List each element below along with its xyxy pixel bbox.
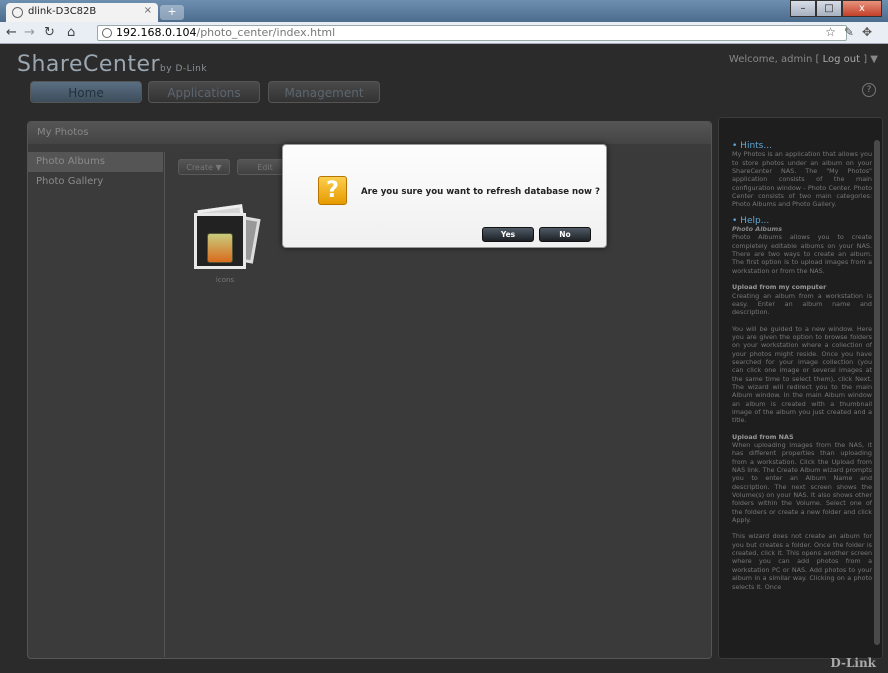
tab-close-icon[interactable]: ×	[144, 5, 152, 16]
window-controls: – □ x	[790, 0, 882, 17]
wrench-icon[interactable]: ✥	[862, 25, 880, 39]
address-bar[interactable]: 192.168.0.104/photo_center/index.html	[97, 25, 847, 41]
url-host: 192.168.0.104	[116, 26, 197, 39]
back-icon[interactable]: ←	[6, 25, 17, 40]
browser-tab-strip: dlink-D3C82B × + – □ x	[0, 0, 888, 22]
page-favicon-icon	[12, 7, 23, 18]
no-button[interactable]: No	[539, 227, 591, 242]
home-icon[interactable]: ⌂	[67, 25, 75, 40]
toolbar-icons: ☆✎✥	[825, 25, 880, 39]
url-path: /photo_center/index.html	[196, 26, 336, 39]
question-icon: ?	[318, 176, 347, 205]
tab-title: dlink-D3C82B	[28, 6, 97, 17]
page-info-icon[interactable]	[102, 28, 112, 38]
yes-button[interactable]: Yes	[482, 227, 534, 242]
new-tab-button[interactable]: +	[160, 5, 184, 20]
modal-overlay: ? Are you sure you want to refresh datab…	[0, 44, 888, 673]
bookmark-star-icon[interactable]: ☆	[825, 25, 844, 39]
maximize-button[interactable]: □	[816, 0, 842, 17]
forward-icon[interactable]: →	[24, 25, 35, 40]
minimize-button[interactable]: –	[790, 0, 816, 17]
browser-toolbar: ← → ↻ ⌂ 192.168.0.104/photo_center/index…	[0, 22, 888, 44]
sharecenter-page: ShareCenterby D-Link Welcome, admin [ Lo…	[0, 44, 888, 673]
browser-tab[interactable]: dlink-D3C82B ×	[6, 3, 158, 22]
refresh-database-dialog: ? Are you sure you want to refresh datab…	[282, 144, 607, 248]
reload-icon[interactable]: ↻	[44, 25, 55, 40]
page-menu-icon[interactable]: ✎	[844, 25, 862, 39]
close-window-button[interactable]: x	[842, 0, 882, 17]
dialog-message: Are you sure you want to refresh databas…	[361, 187, 600, 197]
